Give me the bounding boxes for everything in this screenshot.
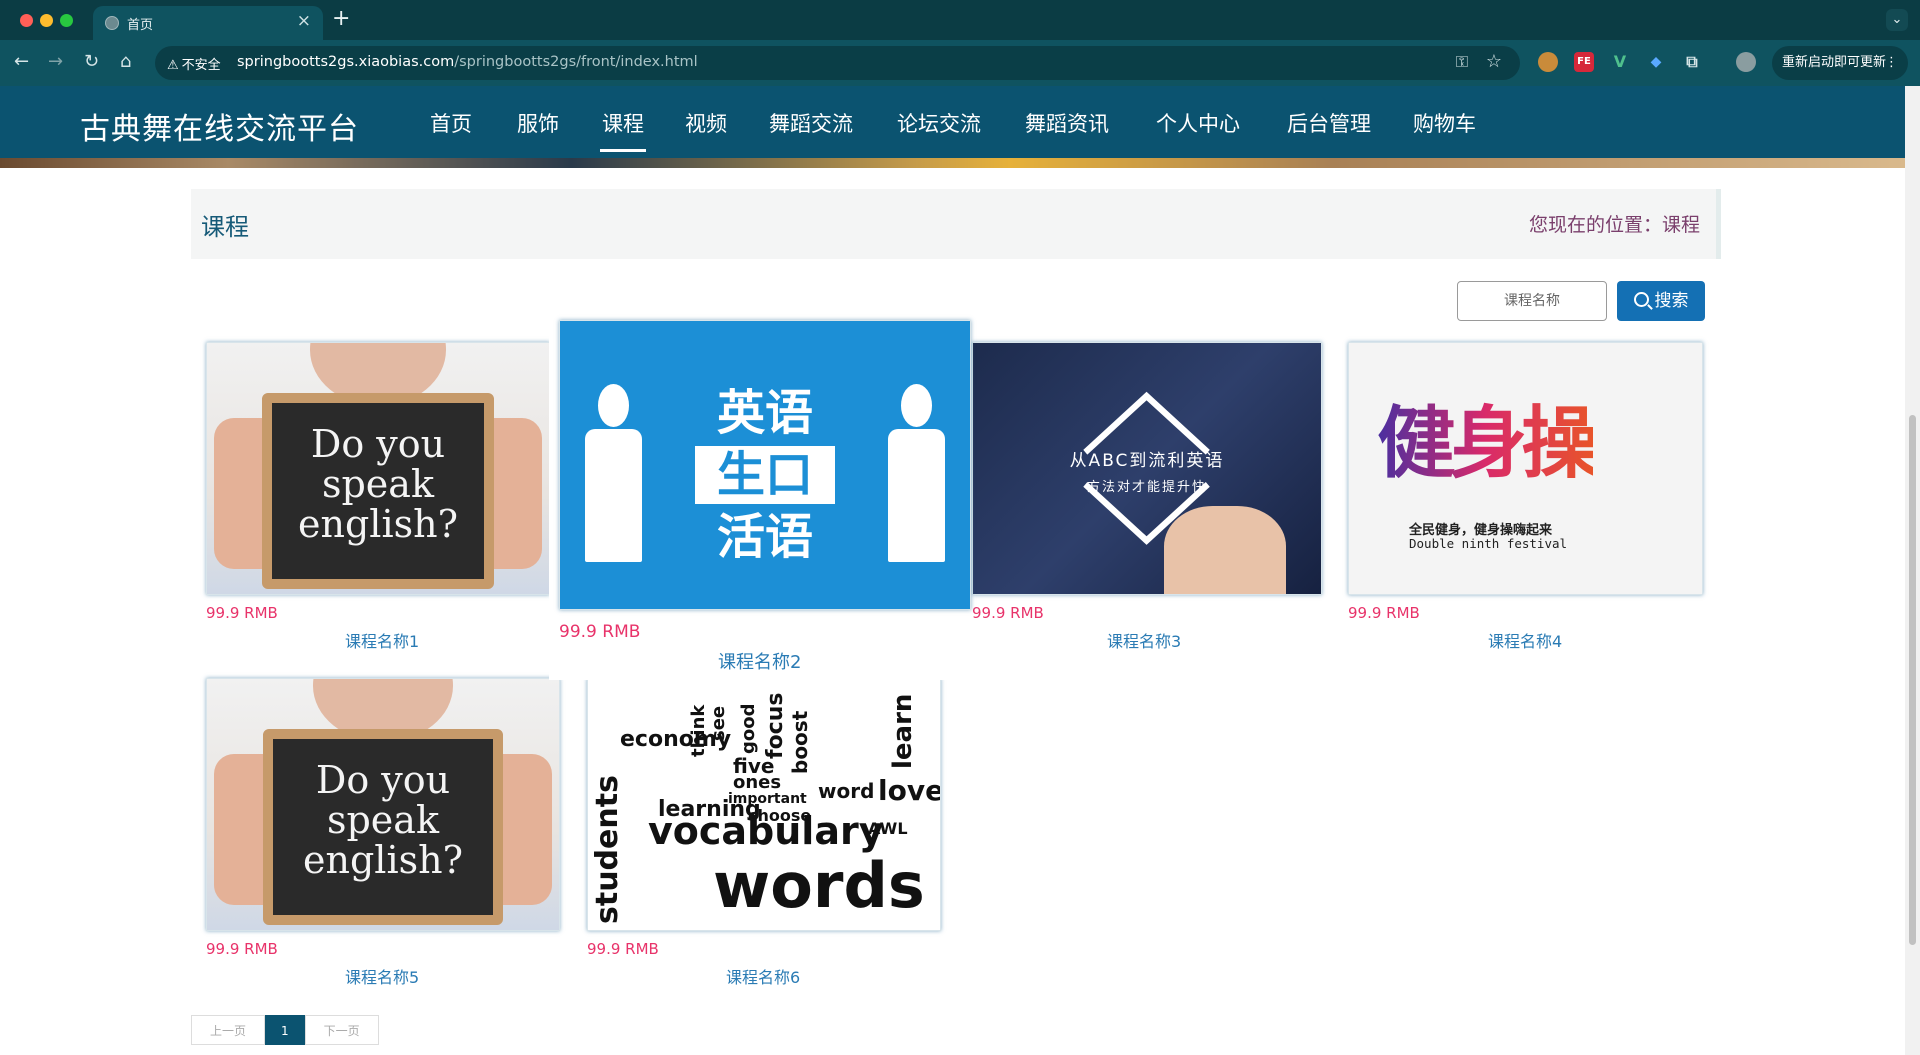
course-name[interactable]: 课程名称1 [345,628,419,652]
course-image[interactable]: words vocabulary students learning econo… [587,678,941,931]
course-name[interactable]: 课程名称2 [718,648,801,674]
update-label: 重新启动即可更新 [1782,55,1887,70]
bookmark-star-icon[interactable]: ☆ [1486,51,1502,72]
extension-cookie-icon[interactable] [1538,52,1558,72]
nav-apparel[interactable]: 服饰 [517,108,559,138]
course-name-search-input[interactable] [1457,281,1607,321]
more-menu-icon[interactable]: ⋮ [1885,46,1898,80]
course-price: 99.9 RMB [206,604,278,622]
home-icon[interactable]: ⌂ [120,51,131,72]
url-path: /springbootts2gs/front/index.html [454,54,698,70]
nav-videos[interactable]: 视频 [685,108,727,138]
search-icon [1633,292,1649,307]
course-image[interactable]: 健身操 全民健身，健身操嗨起来 Double ninth festival [1348,342,1703,595]
course-name[interactable]: 课程名称6 [726,964,800,988]
extension-vue-icon[interactable]: V [1610,52,1630,72]
prev-page-button[interactable]: 上一页 [191,1015,266,1045]
nav-forum[interactable]: 论坛交流 [897,108,981,138]
extension-fe-icon[interactable]: FE [1574,52,1594,72]
nav-cart[interactable]: 购物车 [1413,108,1476,138]
search-button-label: 搜索 [1654,291,1689,311]
course-price: 99.9 RMB [1348,604,1420,622]
maximize-window-button[interactable] [60,14,73,27]
insecure-label: 不安全 [181,58,221,73]
back-arrow-icon[interactable]: ← [14,51,29,72]
breadcrumb: 您现在的位置：课程 [1528,214,1700,236]
page-header: 课程 您现在的位置：课程 [191,189,1721,259]
extension-diamond-icon[interactable]: ◆ [1646,52,1666,72]
extensions-puzzle-icon[interactable]: ⧉ [1682,52,1702,72]
browser-tab[interactable]: 首页 × [93,6,323,40]
tab-close-icon[interactable]: × [297,11,311,31]
search-button[interactable]: 搜索 [1617,281,1705,321]
course-image[interactable]: Do you speak english? [206,342,550,595]
globe-icon [105,16,119,30]
nav-home[interactable]: 首页 [430,108,472,138]
browser-toolbar: ← → ↻ ⌂ ⚠ 不安全 springbootts2gs.xiaobias.co… [0,40,1920,86]
site-title: 古典舞在线交流平台 [80,112,359,147]
url-text[interactable]: springbootts2gs.xiaobias.com/springboott… [237,54,698,70]
profile-avatar-icon[interactable] [1736,52,1756,72]
word-cloud: words vocabulary students learning econo… [588,679,940,930]
course-name[interactable]: 课程名称3 [1107,628,1181,652]
url-host: springbootts2gs.xiaobias.com [237,54,455,70]
forward-arrow-icon[interactable]: → [48,51,63,72]
relaunch-to-update-button[interactable]: 重新启动即可更新 ⋮ [1772,46,1908,80]
course-price: 99.9 RMB [559,622,641,642]
course-price: 99.9 RMB [972,604,1044,622]
pagination: 上一页 1 下一页 [191,1015,379,1045]
page-number-current[interactable]: 1 [265,1015,305,1045]
nav-user-center[interactable]: 个人中心 [1156,108,1240,138]
course-name[interactable]: 课程名称5 [345,964,419,988]
course-image[interactable]: Do you speak english? [206,678,560,931]
address-bar[interactable]: ⚠ 不安全 springbootts2gs.xiaobias.com/spring… [155,46,1520,80]
course-image[interactable]: 英语 生口 活语 [559,320,971,610]
reload-icon[interactable]: ↻ [84,51,99,72]
key-icon[interactable]: ⚿ [1456,52,1468,72]
nav-admin[interactable]: 后台管理 [1287,108,1371,138]
close-window-button[interactable] [20,14,33,27]
tab-search-chevron-icon[interactable]: ⌄ [1886,9,1908,31]
next-page-button[interactable]: 下一页 [304,1015,379,1045]
minimize-window-button[interactable] [40,14,53,27]
course-price: 99.9 RMB [206,940,278,958]
site-navbar: 古典舞在线交流平台 首页 服饰 课程 视频 舞蹈交流 论坛交流 舞蹈资讯 个人中… [0,86,1905,158]
nav-dance-news[interactable]: 舞蹈资讯 [1025,108,1109,138]
insecure-warning[interactable]: ⚠ 不安全 [167,54,221,73]
page-title: 课程 [201,213,249,241]
course-price: 99.9 RMB [587,940,659,958]
nav-dance-exchange[interactable]: 舞蹈交流 [769,108,853,138]
course-name[interactable]: 课程名称4 [1488,628,1562,652]
nav-courses[interactable]: 课程 [600,108,646,152]
browser-tab-strip: 首页 × + ⌄ [0,0,1920,40]
page-scrollbar-thumb[interactable] [1909,415,1916,945]
new-tab-button[interactable]: + [332,6,350,31]
course-image[interactable]: 从ABC到流利英语 方法对才能提升快 [972,342,1322,595]
warning-triangle-icon: ⚠ [167,58,179,73]
tab-title: 首页 [127,18,154,33]
